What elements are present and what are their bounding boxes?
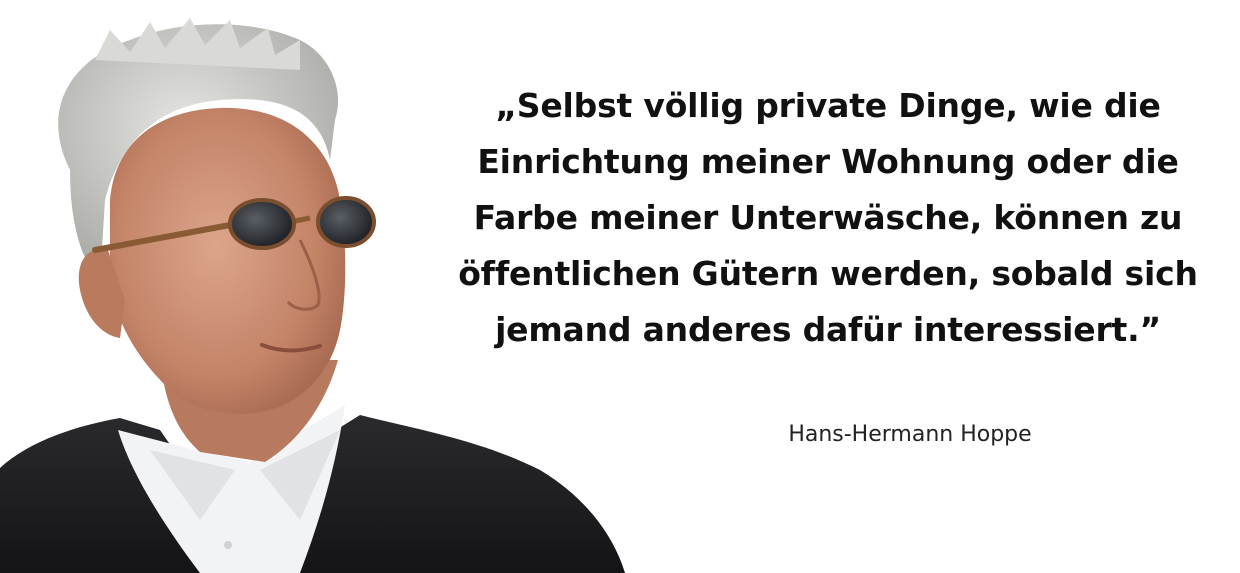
quote-line: Einrichtung meiner Wohnung oder die: [477, 142, 1179, 181]
quote-line: Farbe meiner Unterwäsche, können zu: [473, 198, 1183, 237]
quote-card: „Selbst völlig private Dinge, wie die Ei…: [0, 0, 1240, 573]
quote-line: jemand anderes dafür interessiert.”: [495, 310, 1161, 349]
quote-line: „Selbst völlig private Dinge, wie die: [495, 86, 1161, 125]
quote-line: öffentlichen Gütern werden, sobald sich: [458, 254, 1198, 293]
quote-text: „Selbst völlig private Dinge, wie die Ei…: [420, 78, 1236, 358]
quote-author: Hans-Hermann Hoppe: [788, 422, 1032, 447]
